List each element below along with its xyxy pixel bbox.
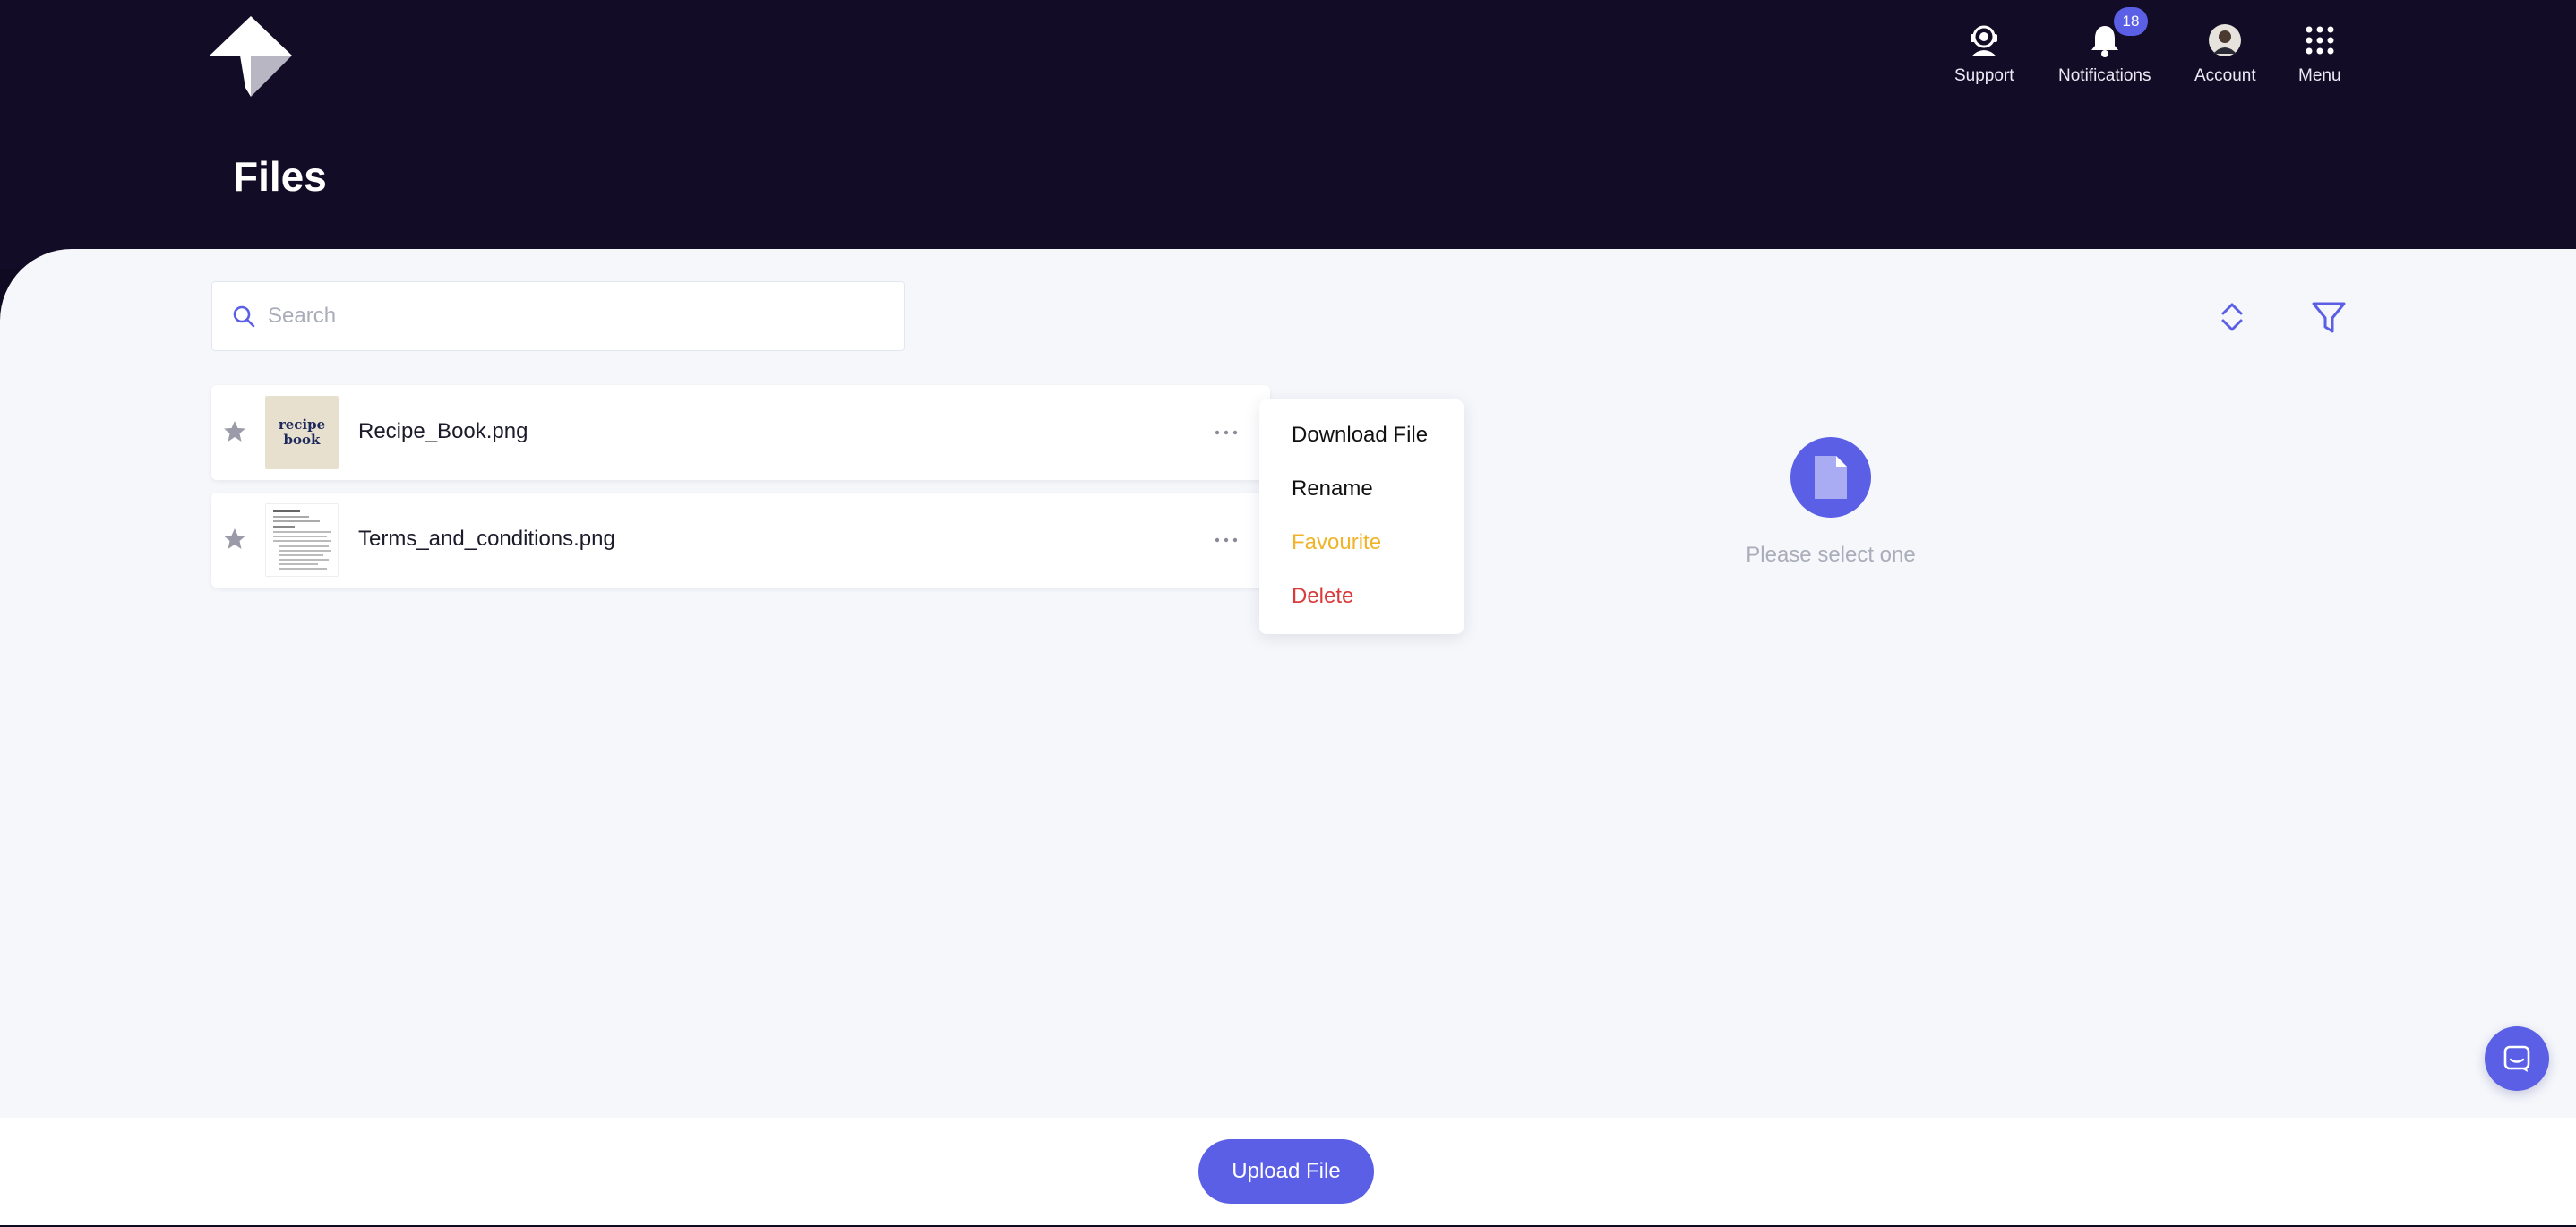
file-thumbnail [265,503,339,577]
main-content [0,249,2576,1118]
search-box[interactable] [211,281,905,351]
more-options-button[interactable] [1211,527,1241,553]
sort-icon [2221,303,2243,331]
file-name[interactable]: Recipe_Book.png [358,419,528,444]
empty-state-text: Please select one [1746,543,1916,567]
nav-account-label: Account [2194,66,2256,85]
ellipsis-icon [1215,537,1238,543]
chat-icon [2503,1045,2530,1072]
star-icon[interactable] [222,419,247,444]
sort-button[interactable] [2207,292,2257,342]
file-thumbnail: recipe book [265,396,339,469]
menu-item-download-file[interactable]: Download File [1292,423,1428,448]
ellipsis-icon [1215,430,1238,435]
file-context-menu: Download File Rename Favourite Delete [1259,399,1464,634]
file-row[interactable]: recipe book Recipe_Book.png [211,385,1270,480]
more-options-button[interactable] [1211,419,1241,446]
logo[interactable] [210,16,292,97]
support-icon [1966,20,2002,61]
thumbnail-text: recipe [278,416,326,433]
nav-menu[interactable]: Menu [2298,20,2341,86]
file-name[interactable]: Terms_and_conditions.png [358,527,615,552]
nav-support-label: Support [1954,66,2014,85]
nav-account[interactable]: Account [2194,20,2256,86]
notification-count-badge: 18 [2114,7,2148,36]
star-icon[interactable] [222,527,247,552]
menu-item-rename[interactable]: Rename [1292,476,1373,502]
nav-support[interactable]: Support [1954,20,2014,86]
menu-item-favourite[interactable]: Favourite [1292,530,1381,555]
filter-button[interactable] [2304,292,2354,342]
header-bar: Support Notifications 18 Account Menu Fi… [0,0,2576,269]
file-row[interactable]: Terms_and_conditions.png [211,493,1270,588]
thumbnail-text: book [283,432,321,448]
filter-icon [2312,302,2346,333]
chat-launcher-button[interactable] [2485,1026,2549,1091]
file-placeholder-icon [1790,437,1871,518]
page-title: Files [233,153,327,200]
upload-file-button[interactable]: Upload File [1198,1139,1374,1204]
avatar [2208,20,2242,61]
nav-menu-label: Menu [2298,66,2341,85]
search-input[interactable] [266,303,879,330]
search-icon [233,305,255,328]
nav-notifications-label: Notifications [2058,66,2151,85]
grid-icon [2305,20,2335,61]
menu-item-delete[interactable]: Delete [1292,584,1353,609]
